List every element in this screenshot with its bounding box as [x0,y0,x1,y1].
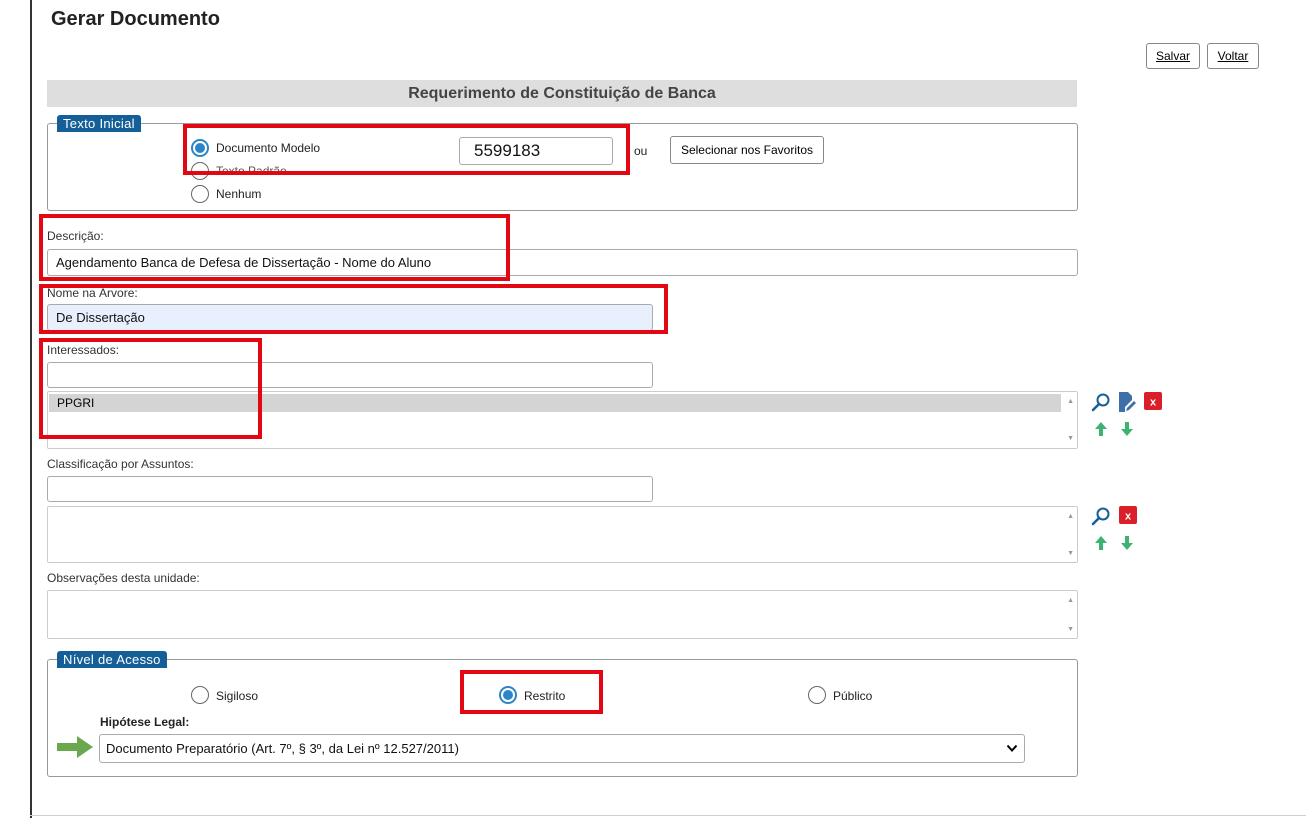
page-title: Gerar Documento [51,8,220,30]
bottom-border [30,815,1306,816]
scroll-down-icon[interactable]: ▼ [1067,435,1074,442]
radio-documento-modelo[interactable] [191,139,209,157]
or-label: ou [634,144,648,158]
radio-nenhum[interactable] [191,185,209,203]
svg-text:x: x [1125,511,1132,523]
chevron-down-icon [1006,741,1018,758]
radio-texto-padrao-label: Texto Padrão [216,164,287,178]
interessados-listbox[interactable]: PPGRI ▲ ▼ [47,391,1078,449]
scroll-down-icon[interactable]: ▼ [1067,550,1074,557]
search-icon[interactable] [1091,506,1111,526]
list-item[interactable]: PPGRI [49,394,1061,412]
nome-arvore-input[interactable]: De Dissertação [47,304,653,331]
radio-sigiloso-label: Sigiloso [216,689,259,703]
search-icon[interactable] [1091,392,1111,412]
classificacao-label: Classificação por Assuntos: [47,457,194,471]
nivel-acesso-legend: Nível de Acesso [57,651,167,668]
form-header: Requerimento de Constituição de Banca [47,80,1077,107]
radio-restrito[interactable] [499,686,517,704]
back-button-label: Voltar [1217,49,1249,63]
radio-publico-label: Público [833,689,873,703]
scroll-up-icon[interactable]: ▲ [1067,597,1074,604]
hipotese-legal-select[interactable]: Documento Preparatório (Art. 7º, § 3º, d… [99,734,1025,763]
classificacao-listbox[interactable]: ▲ ▼ [47,506,1078,563]
arrow-down-icon[interactable] [1119,535,1135,551]
radio-documento-modelo-label: Documento Modelo [216,141,321,155]
radio-texto-padrao[interactable] [191,162,209,180]
left-border [30,0,32,818]
radio-sigiloso[interactable] [191,686,209,704]
remove-icon[interactable]: x [1144,392,1162,410]
radio-nenhum-label: Nenhum [216,187,262,201]
svg-text:x: x [1150,397,1157,409]
model-number-input[interactable]: 5599183 [459,137,613,165]
radio-publico[interactable] [808,686,826,704]
nome-arvore-label: Nome na Árvore: [47,286,138,300]
save-button[interactable]: Salvar [1146,43,1200,69]
hipotese-legal-label: Hipótese Legal: [100,715,190,729]
back-button[interactable]: Voltar [1207,43,1259,69]
select-favorites-button[interactable]: Selecionar nos Favoritos [670,136,824,164]
arrow-down-icon[interactable] [1119,421,1135,437]
interessados-label: Interessados: [47,343,120,357]
arrow-up-icon[interactable] [1093,421,1109,437]
descricao-input[interactable]: Agendamento Banca de Defesa de Dissertaç… [47,249,1078,276]
observacoes-label: Observações desta unidade: [47,571,200,585]
scroll-up-icon[interactable]: ▲ [1067,513,1074,520]
green-arrow-icon [57,736,93,758]
descricao-label: Descrição: [47,229,104,243]
radio-restrito-label: Restrito [524,689,566,703]
hipotese-legal-value: Documento Preparatório (Art. 7º, § 3º, d… [106,741,459,756]
interessados-input[interactable] [47,362,653,388]
scroll-up-icon[interactable]: ▲ [1067,398,1074,405]
save-button-label: Salvar [1155,49,1190,63]
remove-icon[interactable]: x [1119,506,1137,524]
texto-inicial-legend: Texto Inicial [57,115,141,132]
scroll-down-icon[interactable]: ▼ [1067,626,1074,633]
edit-document-icon[interactable] [1117,391,1137,413]
observacoes-textarea[interactable]: ▲ ▼ [47,590,1078,639]
arrow-up-icon[interactable] [1093,535,1109,551]
classificacao-input[interactable] [47,476,653,502]
